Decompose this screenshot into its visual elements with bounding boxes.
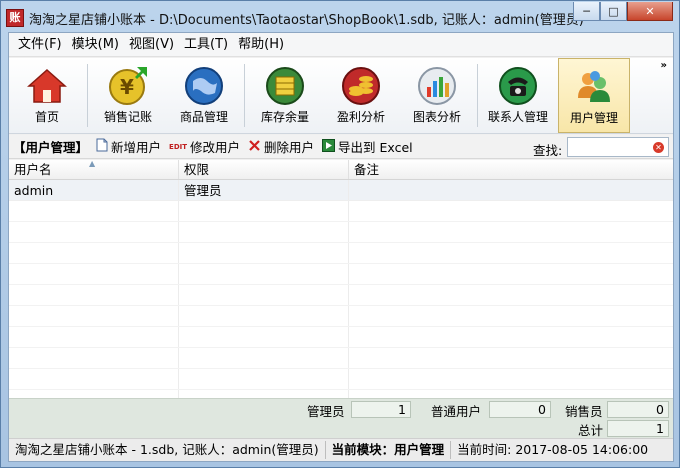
edit-icon: EDIT — [169, 142, 188, 151]
column-header-username[interactable]: 用户名 ▲ — [9, 160, 179, 179]
toolbar-overflow-icon[interactable]: » — [661, 60, 667, 71]
toolbar-products-button[interactable]: 商品管理 — [168, 58, 240, 133]
table-header: 用户名 ▲ 权限 备注 — [9, 160, 673, 180]
toolbar-chart-button[interactable]: 图表分析 — [401, 58, 473, 133]
status-bar: 淘淘之星店铺小账本 - 1.sdb, 记账人：admin(管理员) 当前模块：用… — [9, 438, 673, 461]
export-excel-button[interactable]: 导出到 Excel — [322, 137, 413, 156]
total-count-label: 总计 — [578, 423, 604, 438]
admin-count-value: 1 — [351, 401, 411, 418]
status-time: 当前时间: 2017-08-05 14:06:00 — [457, 442, 649, 457]
toolbar-home-button[interactable]: 首页 — [11, 58, 83, 133]
new-document-icon — [96, 138, 108, 155]
cell-username: admin — [9, 180, 179, 200]
new-user-button[interactable]: 新增用户 — [96, 137, 161, 156]
normal-user-count-label: 普通用户 — [431, 404, 482, 419]
window-title: 淘淘之星店铺小账本 - D:\Documents\Taotaostar\Shop… — [29, 13, 584, 28]
users-icon — [572, 65, 616, 109]
menu-tools[interactable]: 工具(T) — [179, 34, 233, 56]
toolbar-profit-button[interactable]: 盈利分析 — [325, 58, 397, 133]
title-bar[interactable]: 账 淘淘之星店铺小账本 - D:\Documents\Taotaostar\Sh… — [1, 1, 679, 33]
search-input[interactable]: ✕ — [567, 137, 669, 157]
bar-chart-icon — [415, 64, 459, 108]
export-icon — [322, 138, 336, 155]
menu-help[interactable]: 帮助(H) — [233, 34, 289, 56]
yen-coin-icon: ¥ — [106, 64, 150, 108]
column-header-note[interactable]: 备注 — [349, 160, 673, 179]
status-module: 当前模块：用户管理 — [326, 441, 452, 459]
admin-count-label: 管理员 — [307, 404, 345, 419]
toolbar-users-button[interactable]: 用户管理 — [558, 58, 630, 133]
menu-file[interactable]: 文件(F) — [13, 34, 67, 56]
phone-icon — [496, 64, 540, 108]
toolbar-sales-button[interactable]: ¥ 销售记账 — [92, 58, 164, 133]
search-label: 查找: — [533, 143, 563, 158]
module-toolbar: 首页 ¥ 销售记账 商品管理 库存余量 盈利分析 图表分析 联系人管理 用户管理… — [9, 58, 673, 134]
clear-search-icon[interactable]: ✕ — [653, 142, 664, 153]
column-header-role[interactable]: 权限 — [179, 160, 349, 179]
home-icon — [25, 64, 69, 108]
action-bar: 【用户管理】 新增用户 EDIT 修改用户 删除用户 导出到 Excel 查找:… — [9, 135, 673, 159]
stock-icon — [263, 64, 307, 108]
sales-count-label: 销售员 — [565, 404, 603, 419]
section-title: 【用户管理】 — [13, 140, 89, 155]
summary-panel: 管理员 1 普通用户 0 销售员 0 总计 1 — [9, 398, 673, 438]
app-client-area: 文件(F) 模块(M) 视图(V) 工具(T) 帮助(H) 首页 ¥ 销售记账 … — [8, 32, 674, 462]
coins-icon — [339, 64, 383, 108]
sort-ascending-icon: ▲ — [89, 160, 96, 168]
users-table: 用户名 ▲ 权限 备注 admin 管理员 — [9, 160, 673, 398]
toolbar-stock-button[interactable]: 库存余量 — [249, 58, 321, 133]
toolbar-contacts-button[interactable]: 联系人管理 — [482, 58, 554, 133]
app-logo-icon: 账 — [6, 9, 24, 27]
delete-user-button[interactable]: 删除用户 — [248, 137, 314, 156]
table-row[interactable]: admin 管理员 — [9, 180, 673, 201]
svg-text:¥: ¥ — [120, 75, 134, 99]
total-count-value: 1 — [607, 420, 669, 437]
menu-bar: 文件(F) 模块(M) 视图(V) 工具(T) 帮助(H) — [9, 33, 673, 57]
close-button[interactable]: ✕ — [627, 2, 673, 21]
edit-user-button[interactable]: EDIT 修改用户 — [169, 137, 240, 156]
normal-user-count-value: 0 — [489, 401, 551, 418]
minimize-button[interactable]: ─ — [573, 2, 600, 21]
menu-view[interactable]: 视图(V) — [124, 34, 179, 56]
cell-role: 管理员 — [179, 180, 349, 200]
delete-x-icon — [248, 139, 261, 155]
sales-count-value: 0 — [607, 401, 669, 418]
maximize-button[interactable]: □ — [600, 2, 627, 21]
cell-note — [349, 180, 673, 200]
globe-icon — [182, 64, 226, 108]
status-file: 淘淘之星店铺小账本 - 1.sdb, 记账人：admin(管理员) — [9, 441, 326, 459]
menu-module[interactable]: 模块(M) — [67, 34, 124, 56]
app-window: 账 淘淘之星店铺小账本 - D:\Documents\Taotaostar\Sh… — [0, 0, 680, 468]
